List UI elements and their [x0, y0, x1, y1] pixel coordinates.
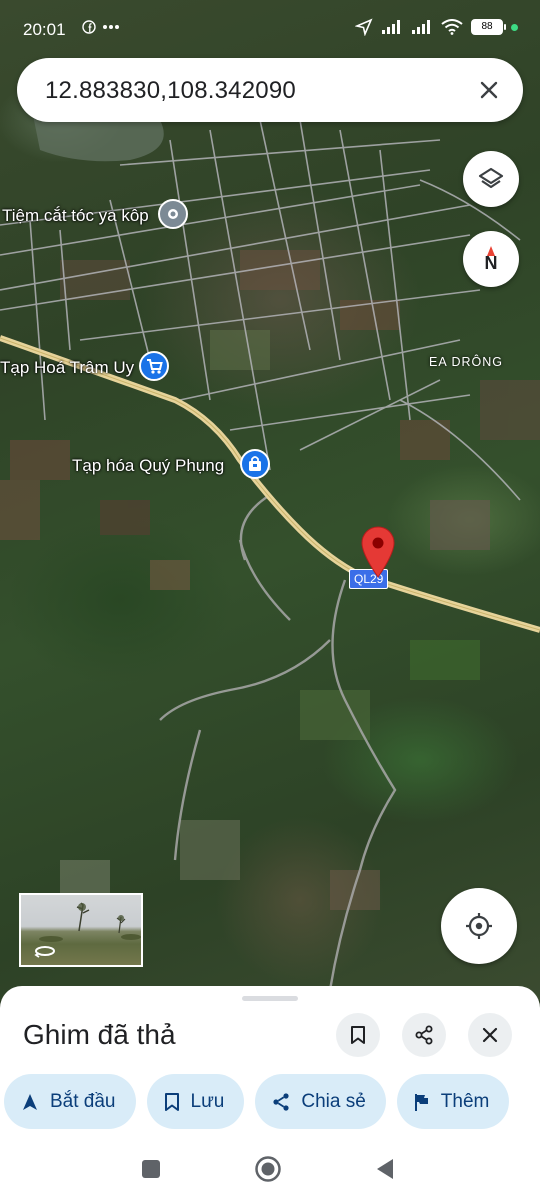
poi-marker-barber[interactable]	[158, 199, 188, 229]
dropped-pin-marker[interactable]	[360, 525, 396, 579]
crosshair-icon	[466, 913, 492, 939]
rotate-360-icon	[34, 946, 55, 958]
system-navigation-bar	[0, 1142, 540, 1200]
back-button[interactable]	[370, 1154, 400, 1184]
recent-apps-button[interactable]	[136, 1154, 166, 1184]
location-arrow-icon	[355, 18, 373, 36]
compass-north-label: N	[484, 252, 498, 273]
sheet-title: Ghim đã thả	[23, 1019, 176, 1050]
search-input[interactable]: 12.883830,108.342090	[45, 77, 296, 105]
chip-label-start: Bắt đầu	[50, 1090, 116, 1112]
poi-marker-grocery-quy-phung[interactable]	[240, 449, 270, 479]
home-icon	[255, 1156, 281, 1182]
share-icon	[415, 1025, 433, 1045]
pin-dot-icon	[168, 209, 178, 219]
back-icon	[377, 1159, 393, 1179]
status-time: 20:01	[23, 20, 66, 39]
signal-icon	[382, 20, 400, 34]
status-bar: 20:01 88	[0, 14, 540, 44]
battery-icon: 88	[471, 19, 506, 35]
chip-label-more: Thêm	[440, 1090, 490, 1112]
search-clear-button[interactable]	[475, 76, 503, 104]
save-chip[interactable]: Lưu	[146, 1074, 245, 1129]
more-chip[interactable]: Thêm	[396, 1074, 510, 1129]
close-icon	[480, 81, 498, 99]
poi-label-grocery-tram-uy[interactable]: Tạp Hoá Trâm Uy	[0, 358, 134, 378]
home-button[interactable]	[253, 1154, 283, 1184]
bookmark-icon	[351, 1026, 365, 1044]
share-icon-button[interactable]	[402, 1013, 446, 1057]
layers-icon	[478, 167, 504, 189]
share-chip[interactable]: Chia sẻ	[255, 1074, 386, 1129]
status-system-icons: 88	[355, 18, 518, 36]
search-box[interactable]: 12.883830,108.342090	[17, 58, 523, 122]
shopping-bag-icon	[249, 456, 261, 471]
chip-label-share: Chia sẻ	[301, 1090, 366, 1112]
recent-apps-icon	[142, 1160, 160, 1178]
satellite-map	[0, 93, 540, 991]
wifi-icon	[441, 19, 463, 35]
layers-button[interactable]	[463, 151, 519, 207]
poi-label-grocery-quy-phung[interactable]: Tạp hóa Quý Phụng	[72, 456, 224, 476]
sheet-drag-handle[interactable]	[242, 996, 298, 1001]
save-icon-button[interactable]	[336, 1013, 380, 1057]
compass-button[interactable]: N	[463, 231, 519, 287]
more-dots-icon	[103, 25, 119, 29]
status-notification-icons	[82, 20, 120, 34]
flag-icon	[414, 1093, 428, 1111]
poi-marker-grocery-tram-uy[interactable]	[139, 351, 169, 381]
map-view[interactable]: Tiệm cắt tóc ya kôp Tạp Hoá Trâm Uy Tạp …	[0, 0, 540, 1000]
signal-icon	[412, 20, 430, 34]
close-icon	[482, 1027, 498, 1043]
navigate-arrow-icon	[23, 1093, 37, 1110]
privacy-indicator-dot	[511, 23, 518, 31]
close-sheet-button[interactable]	[468, 1013, 512, 1057]
facebook-icon	[82, 20, 96, 34]
area-label: EA DRÔNG	[429, 355, 503, 369]
start-navigation-chip[interactable]: Bắt đầu	[4, 1074, 136, 1129]
shopping-cart-icon	[147, 359, 163, 374]
my-location-button[interactable]	[441, 888, 517, 964]
bookmark-icon	[164, 1092, 179, 1111]
action-chips: Bắt đầu Lưu Chia sẻ Thêm	[4, 1074, 510, 1130]
poi-label-barber[interactable]: Tiệm cắt tóc ya kôp	[2, 206, 149, 226]
chip-label-save: Lưu	[190, 1090, 225, 1112]
street-view-thumbnail[interactable]	[19, 893, 143, 967]
share-icon	[273, 1092, 289, 1111]
